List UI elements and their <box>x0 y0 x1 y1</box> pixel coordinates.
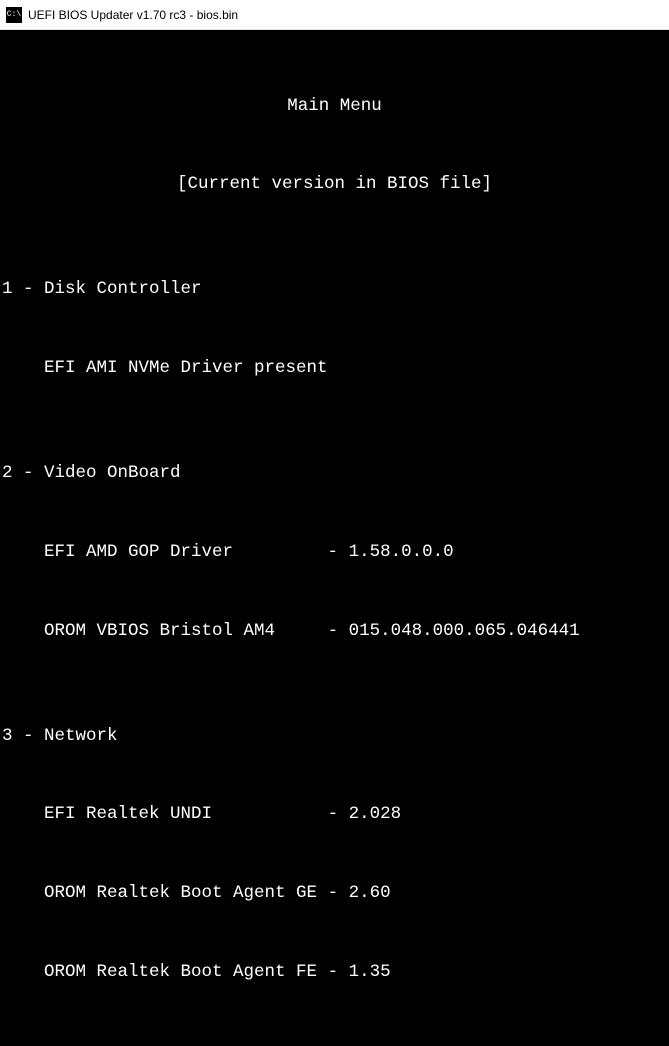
disk-controller-sub-nvme: EFI AMI NVMe Driver present <box>2 355 667 381</box>
menu-item-network[interactable]: 3 - Network <box>2 723 667 749</box>
menu-item-disk-controller[interactable]: 1 - Disk Controller <box>2 276 667 302</box>
window-title: UEFI BIOS Updater v1.70 rc3 - bios.bin <box>28 8 238 22</box>
network-sub-bootagent-fe: OROM Realtek Boot Agent FE - 1.35 <box>2 959 667 985</box>
terminal-viewport: Main Menu [Current version in BIOS file]… <box>0 30 669 1046</box>
app-icon: C:\ <box>6 7 22 23</box>
app-window: C:\ UEFI BIOS Updater v1.70 rc3 - bios.b… <box>0 0 669 1046</box>
menu-subtitle: [Current version in BIOS file] <box>2 171 667 197</box>
menu-item-video-onboard[interactable]: 2 - Video OnBoard <box>2 460 667 486</box>
menu-title: Main Menu <box>2 93 667 119</box>
network-sub-undi: EFI Realtek UNDI - 2.028 <box>2 801 667 827</box>
titlebar[interactable]: C:\ UEFI BIOS Updater v1.70 rc3 - bios.b… <box>0 0 669 30</box>
network-sub-bootagent-ge: OROM Realtek Boot Agent GE - 2.60 <box>2 880 667 906</box>
video-sub-vbios: OROM VBIOS Bristol AM4 - 015.048.000.065… <box>2 618 667 644</box>
video-sub-gop: EFI AMD GOP Driver - 1.58.0.0.0 <box>2 539 667 565</box>
